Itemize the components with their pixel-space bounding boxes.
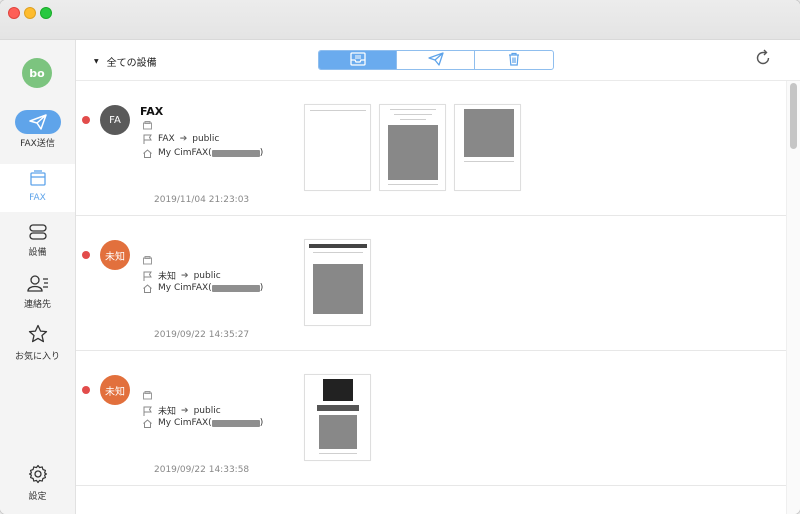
received-date: 2019/09/22 14:35:27 (154, 330, 250, 340)
channel-row (142, 391, 158, 400)
fax-page-thumbnail[interactable] (304, 374, 371, 461)
fax-page-thumbnail[interactable] (304, 104, 371, 191)
flag-icon (142, 406, 152, 416)
toolbar: ▼ 全ての設備 (76, 40, 800, 81)
sender-avatar: FA (100, 105, 130, 135)
redacted-serial (211, 149, 260, 157)
server-icon (28, 224, 48, 243)
folder-icon (29, 170, 47, 191)
received-date: 2019/11/04 21:23:03 (154, 195, 250, 205)
folder-segmented-control (318, 50, 554, 70)
sidebar-item-contacts[interactable]: 連絡先 (0, 272, 75, 318)
to-label: public (193, 270, 221, 281)
home-icon (142, 418, 152, 428)
sender-avatar: 未知 (100, 375, 130, 405)
sender-avatar: 未知 (100, 240, 130, 270)
title-bar (0, 0, 800, 40)
device-name-suffix: ) (259, 283, 264, 293)
device-name: My CimFAX( (158, 418, 212, 428)
sidebar-item-label: FAX (29, 193, 46, 203)
to-label: public (193, 405, 221, 416)
route-row: 未知 ➔ public (142, 404, 221, 417)
device-name-suffix: ) (259, 418, 264, 428)
flag-icon (142, 271, 152, 281)
contact-icon (26, 275, 49, 295)
scroll-thumb[interactable] (790, 83, 797, 149)
fax-machine-icon (142, 121, 152, 130)
tab-trash[interactable] (475, 51, 553, 69)
home-icon (142, 283, 152, 293)
message-title: FAX (140, 105, 164, 118)
fax-machine-icon (142, 256, 152, 265)
device-row: My CimFAX( ) (142, 148, 263, 158)
refresh-icon (754, 49, 772, 71)
paper-plane-icon (427, 51, 444, 69)
fax-page-thumbnail[interactable] (379, 104, 446, 191)
device-row: My CimFAX( ) (142, 283, 263, 293)
sidebar: bo FAX送信 FAX 設備 連絡先 お気に入り 設定 (0, 40, 76, 514)
home-icon (142, 148, 152, 158)
paper-plane-icon (14, 110, 61, 134)
inbox-icon (349, 51, 366, 69)
close-window-button[interactable] (8, 7, 20, 19)
from-label: FAX (158, 134, 175, 144)
caret-down-icon: ▼ (94, 58, 99, 65)
to-label: public (192, 134, 220, 144)
redacted-serial (211, 284, 260, 292)
sidebar-item-label: 設備 (28, 248, 47, 258)
device-name: My CimFAX( (158, 148, 212, 158)
sidebar-item-label: お気に入り (14, 352, 60, 362)
user-avatar[interactable]: bo (22, 58, 52, 88)
from-label: 未知 (158, 407, 177, 417)
zoom-window-button[interactable] (40, 7, 52, 19)
channel-row (142, 256, 158, 265)
sidebar-item-settings[interactable]: 設定 (0, 464, 75, 504)
sidebar-item-devices[interactable]: 設備 (0, 220, 75, 266)
tab-inbox[interactable] (319, 51, 397, 69)
sidebar-item-label: FAX送信 (20, 139, 55, 149)
device-filter-label: 全ての設備 (106, 58, 157, 69)
route-row: 未知 ➔ public (142, 269, 221, 282)
fax-message-list: FA FAX FAX ➔ public My CimFAX( ) 2019/11… (76, 81, 786, 514)
device-filter-dropdown[interactable]: ▼ 全ての設備 (94, 54, 157, 69)
trash-icon (507, 51, 521, 69)
device-name-suffix: ) (259, 148, 264, 158)
arrow-right-icon: ➔ (181, 270, 189, 281)
gear-icon (28, 464, 48, 487)
sidebar-item-label: 連絡先 (23, 300, 51, 310)
fax-message-row[interactable]: 未知 未知 ➔ public My CimFAX( ) 2019/09/22 1… (76, 216, 786, 351)
arrow-right-icon: ➔ (181, 405, 189, 416)
channel-row (142, 121, 158, 130)
from-label: 未知 (158, 272, 177, 282)
sidebar-item-fax[interactable]: FAX (0, 164, 75, 212)
sidebar-item-fax-send[interactable]: FAX送信 (0, 110, 75, 158)
fax-page-thumbnail[interactable] (454, 104, 521, 191)
sidebar-item-favorites[interactable]: お気に入り (0, 322, 75, 368)
unread-indicator (82, 116, 90, 124)
device-row: My CimFAX( ) (142, 418, 263, 428)
route-row: FAX ➔ public (142, 134, 219, 144)
fax-message-row[interactable]: FA FAX FAX ➔ public My CimFAX( ) 2019/11… (76, 81, 786, 216)
received-date: 2019/09/22 14:33:58 (154, 465, 250, 475)
minimize-window-button[interactable] (24, 7, 36, 19)
fax-message-row[interactable]: 未知 未知 ➔ public My CimFAX( ) 2019/09/22 1… (76, 351, 786, 486)
unread-indicator (82, 386, 90, 394)
fax-machine-icon (142, 391, 152, 400)
app-window: bo FAX送信 FAX 設備 連絡先 お気に入り 設定 ▼ 全ての設備 FA … (0, 0, 800, 514)
redacted-serial (211, 419, 260, 427)
tab-sent[interactable] (397, 51, 475, 69)
fax-page-thumbnail[interactable] (304, 239, 371, 326)
sidebar-item-label: 設定 (28, 492, 47, 502)
unread-indicator (82, 251, 90, 259)
refresh-button[interactable] (753, 49, 773, 71)
list-scrollbar[interactable] (786, 81, 800, 514)
arrow-right-icon: ➔ (179, 134, 188, 144)
device-name: My CimFAX( (158, 283, 212, 293)
star-icon (28, 324, 48, 347)
flag-icon (142, 134, 152, 144)
